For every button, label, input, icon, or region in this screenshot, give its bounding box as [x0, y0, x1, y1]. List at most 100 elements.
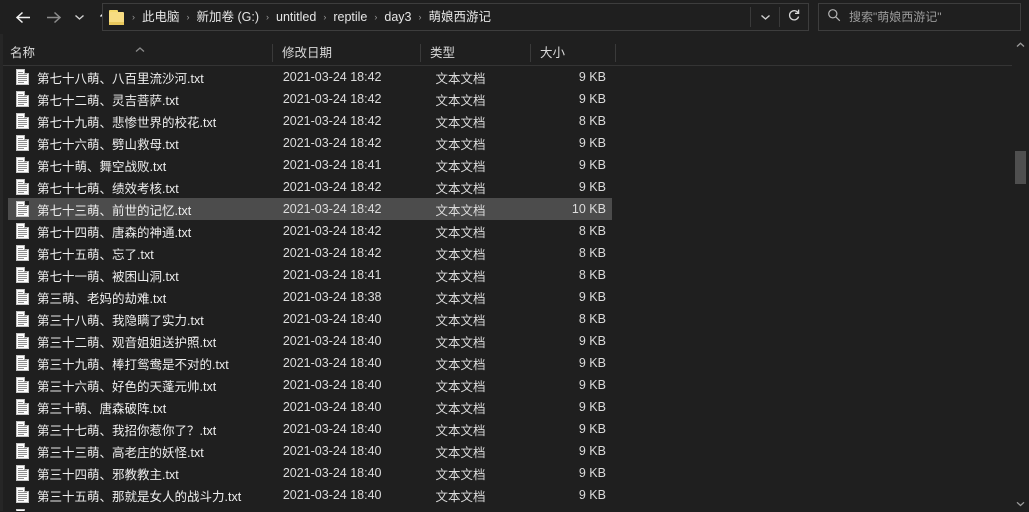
breadcrumb-separator: ›: [132, 12, 135, 22]
table-row[interactable]: 第七十六萌、劈山救母.txt 2021-03-24 18:42 文本文档 9 KB: [8, 132, 612, 154]
text-file-icon: [16, 179, 29, 195]
forward-button[interactable]: [38, 2, 68, 32]
text-file-icon: [16, 399, 29, 415]
file-type-cell: 文本文档: [435, 269, 486, 284]
file-type-cell: 文本文档: [435, 467, 486, 482]
file-type-cell: 文本文档: [435, 71, 486, 86]
table-row[interactable]: 第七十二萌、灵吉菩萨.txt 2021-03-24 18:42 文本文档 9 KB: [8, 88, 612, 110]
search-icon: [827, 8, 841, 27]
text-file-icon: [16, 245, 29, 261]
file-size-cell: 9 KB: [578, 92, 606, 106]
breadcrumb-item-this-pc[interactable]: 此电脑: [139, 4, 183, 30]
table-row[interactable]: 第三十九萌、棒打鸳鸯是不对的.txt 2021-03-24 18:40 文本文档 9 …: [8, 352, 612, 374]
table-row[interactable]: 第七十七萌、绩效考核.txt 2021-03-24 18:42 文本文档 9 KB: [8, 176, 612, 198]
breadcrumb-separator: ›: [418, 12, 422, 22]
table-row[interactable]: 第七十一萌、被困山洞.txt 2021-03-24 18:41 文本文档 8 KB: [8, 264, 612, 286]
table-row[interactable]: 第三十七萌、我招你惹你了？.txt 2021-03-24 18:40 文本文档 9 K…: [8, 418, 612, 440]
file-type-cell: 文本文档: [435, 445, 486, 460]
table-row[interactable]: 第三十六萌、好色的天蓬元帅.txt 2021-03-24 18:40 文本文档 9 K…: [8, 374, 612, 396]
file-name-cell: 第七十五萌、忘了.txt: [37, 247, 154, 262]
file-size-cell: 9 KB: [578, 180, 606, 194]
file-name-cell: 第三十六萌、好色的天蓬元帅.txt: [37, 379, 217, 394]
file-size-cell: 8 KB: [578, 224, 606, 238]
file-size-cell: 8 KB: [578, 246, 606, 260]
file-type-cell: 文本文档: [435, 159, 486, 174]
file-date-cell: 2021-03-24 18:40: [282, 466, 382, 480]
file-type-cell: 文本文档: [435, 247, 486, 262]
breadcrumb-item-reptile[interactable]: reptile: [330, 4, 370, 30]
column-header-size[interactable]: 大小: [530, 40, 615, 66]
breadcrumb-separator: ›: [374, 12, 378, 22]
table-row[interactable]: 第三十四萌、邪教教主.txt 2021-03-24 18:40 文本文档 9 KB: [8, 462, 612, 484]
table-row[interactable]: 第三十八萌、我隐瞒了实力.txt 2021-03-24 18:40 文本文档 8 KB: [8, 308, 612, 330]
file-date-cell: 2021-03-24 18:42: [282, 92, 382, 106]
breadcrumb-separator: ›: [186, 12, 190, 22]
table-row[interactable]: 第三十二萌、观音姐姐送护照.txt 2021-03-24 18:40 文本文档 9 K…: [8, 330, 612, 352]
file-type-cell: 文本文档: [435, 357, 486, 372]
refresh-icon: [787, 8, 801, 27]
file-type-cell: 文本文档: [435, 203, 486, 218]
table-row[interactable]: 第七十五萌、忘了.txt 2021-03-24 18:42 文本文档 8 KB: [8, 242, 612, 264]
file-name-cell: 第七十四萌、唐森的神通.txt: [37, 225, 192, 240]
file-date-cell: 2021-03-24 18:40: [282, 400, 382, 414]
file-type-cell: 文本文档: [435, 489, 486, 504]
search-input[interactable]: [841, 10, 1020, 24]
table-row[interactable]: 第三十一萌、抱抱熊的夜晚.txt2021-03-24 18:40文本文档9 KB: [8, 506, 612, 511]
table-row[interactable]: 第七十四萌、唐森的神通.txt 2021-03-24 18:42 文本文档 8 KB: [8, 220, 612, 242]
text-file-icon: [16, 421, 29, 437]
text-file-icon: [16, 487, 29, 503]
column-header-type[interactable]: 类型: [420, 40, 530, 66]
column-divider[interactable]: [615, 44, 616, 62]
file-type-cell: 文本文档: [435, 93, 486, 108]
table-row[interactable]: 第七十三萌、前世的记忆.txt 2021-03-24 18:42 文本文档 10 KB: [8, 198, 612, 220]
file-type-cell: 文本文档: [435, 181, 486, 196]
back-button[interactable]: [8, 2, 38, 32]
scrollbar-thumb[interactable]: [1015, 151, 1026, 184]
breadcrumb-item-current-folder[interactable]: 萌娘西游记: [425, 4, 494, 30]
file-size-cell: 8 KB: [578, 268, 606, 282]
folder-icon: [109, 9, 126, 25]
file-list[interactable]: 第七十八萌、八百里流沙河.txt 2021-03-24 18:42 文本文档 9 KB…: [0, 66, 1012, 511]
file-date-cell: 2021-03-24 18:42: [282, 70, 382, 84]
table-row[interactable]: 第三十萌、唐森破阵.txt 2021-03-24 18:40 文本文档 9 KB: [8, 396, 612, 418]
table-row[interactable]: 第七十八萌、八百里流沙河.txt 2021-03-24 18:42 文本文档 9 KB: [8, 66, 612, 88]
file-date-cell: 2021-03-24 18:40: [282, 422, 382, 436]
refresh-button[interactable]: [780, 4, 808, 30]
table-row[interactable]: 第七十九萌、悲惨世界的校花.txt 2021-03-24 18:42 文本文档 8 K…: [8, 110, 612, 132]
recent-locations-button[interactable]: [68, 2, 90, 32]
text-file-icon: [16, 311, 29, 327]
chevron-down-icon: [1016, 494, 1025, 512]
file-date-cell: 2021-03-24 18:38: [282, 290, 382, 304]
file-date-cell: 2021-03-24 18:40: [282, 334, 382, 348]
chevron-up-icon: [134, 41, 146, 52]
search-box[interactable]: [818, 3, 1021, 31]
file-type-cell: 文本文档: [435, 313, 486, 328]
table-row[interactable]: 第七十萌、舞空战败.txt 2021-03-24 18:41 文本文档 9 KB: [8, 154, 612, 176]
scroll-up-button[interactable]: [1012, 35, 1029, 52]
file-name-cell: 第七十二萌、灵吉菩萨.txt: [37, 93, 179, 108]
table-row[interactable]: 第三萌、老妈的劫难.txt 2021-03-24 18:38 文本文档 9 KB: [8, 286, 612, 308]
file-type-cell: 文本文档: [428, 508, 537, 512]
file-size-cell: 8 KB: [578, 312, 606, 326]
breadcrumb-item-untitled[interactable]: untitled: [273, 4, 319, 30]
file-name-cell: 第七十三萌、前世的记忆.txt: [37, 203, 192, 218]
table-row[interactable]: 第三十三萌、高老庄的妖怪.txt 2021-03-24 18:40 文本文档 9 KB: [8, 440, 612, 462]
address-bar[interactable]: › 此电脑 › 新加卷 (G:) › untitled › reptile › …: [102, 3, 809, 31]
breadcrumb-item-drive-g[interactable]: 新加卷 (G:): [194, 4, 263, 30]
address-history-button[interactable]: [751, 4, 779, 30]
vertical-scrollbar[interactable]: [1012, 35, 1029, 511]
scrollbar-track[interactable]: [1012, 52, 1029, 494]
table-row[interactable]: 第三十五萌、那就是女人的战斗力.txt 2021-03-24 18:40 文本文档 9…: [8, 484, 612, 506]
file-name-cell: 第七十七萌、绩效考核.txt: [37, 181, 179, 196]
text-file-icon: [16, 333, 29, 349]
file-date-cell: 2021-03-24 18:42: [282, 136, 382, 150]
file-date-cell: 2021-03-24 18:40: [282, 444, 382, 458]
breadcrumb[interactable]: › 此电脑 › 新加卷 (G:) › untitled › reptile › …: [103, 4, 750, 30]
text-file-icon: [16, 157, 29, 173]
file-date-cell: 2021-03-24 18:42: [282, 202, 382, 216]
scroll-down-button[interactable]: [1012, 494, 1029, 511]
breadcrumb-item-day3[interactable]: day3: [381, 4, 414, 30]
file-size-cell: 8 KB: [578, 114, 606, 128]
column-header-date[interactable]: 修改日期: [272, 40, 420, 66]
text-file-icon: [16, 377, 29, 393]
